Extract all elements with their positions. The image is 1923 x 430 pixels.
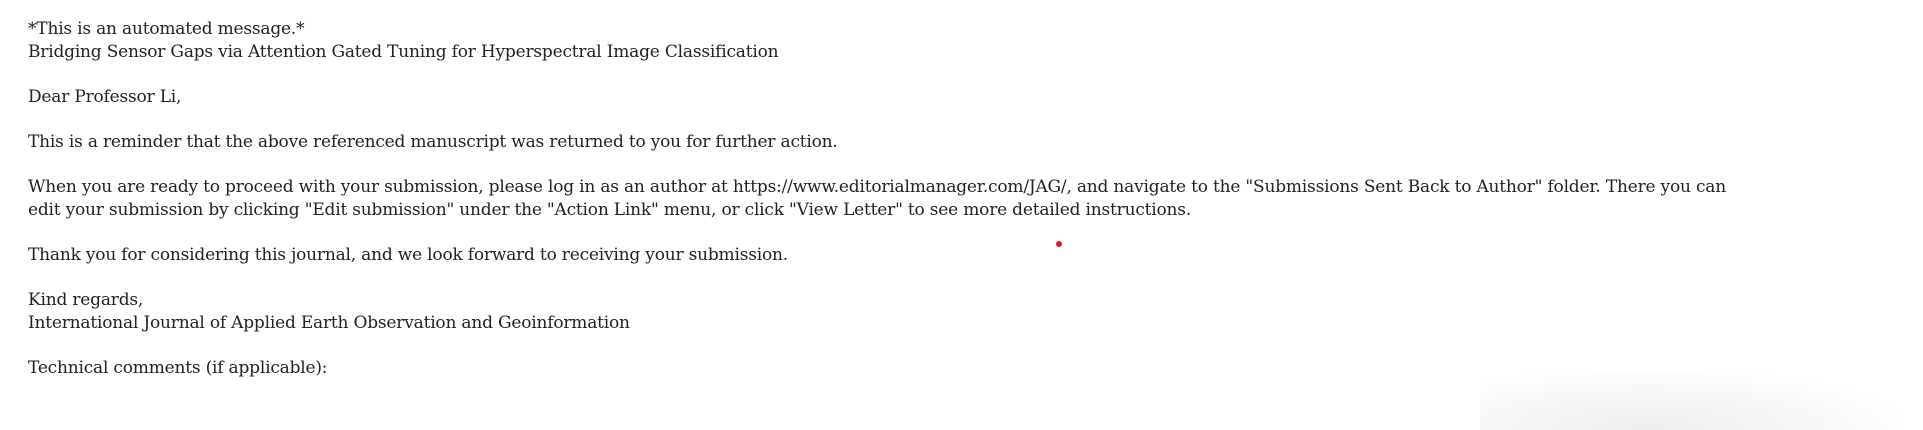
- email-message-body: *This is an automated message.* Bridging…: [28, 18, 1898, 380]
- red-marker-dot: [1056, 241, 1062, 247]
- instructions-text-line-1: When you are ready to proceed with your …: [28, 177, 1726, 197]
- closing-text: Kind regards,: [28, 290, 144, 310]
- automated-notice: *This is an automated message.*: [28, 19, 305, 39]
- background-shading: [1480, 370, 1900, 430]
- manuscript-title: Bridging Sensor Gaps via Attention Gated…: [28, 42, 779, 62]
- instructions-text-line-2: edit your submission by clicking "Edit s…: [28, 200, 1192, 220]
- reminder-text: This is a reminder that the above refere…: [28, 132, 838, 152]
- greeting: Dear Professor Li,: [28, 87, 182, 107]
- thanks-text: Thank you for considering this journal, …: [28, 245, 788, 265]
- journal-signature: International Journal of Applied Earth O…: [28, 313, 630, 333]
